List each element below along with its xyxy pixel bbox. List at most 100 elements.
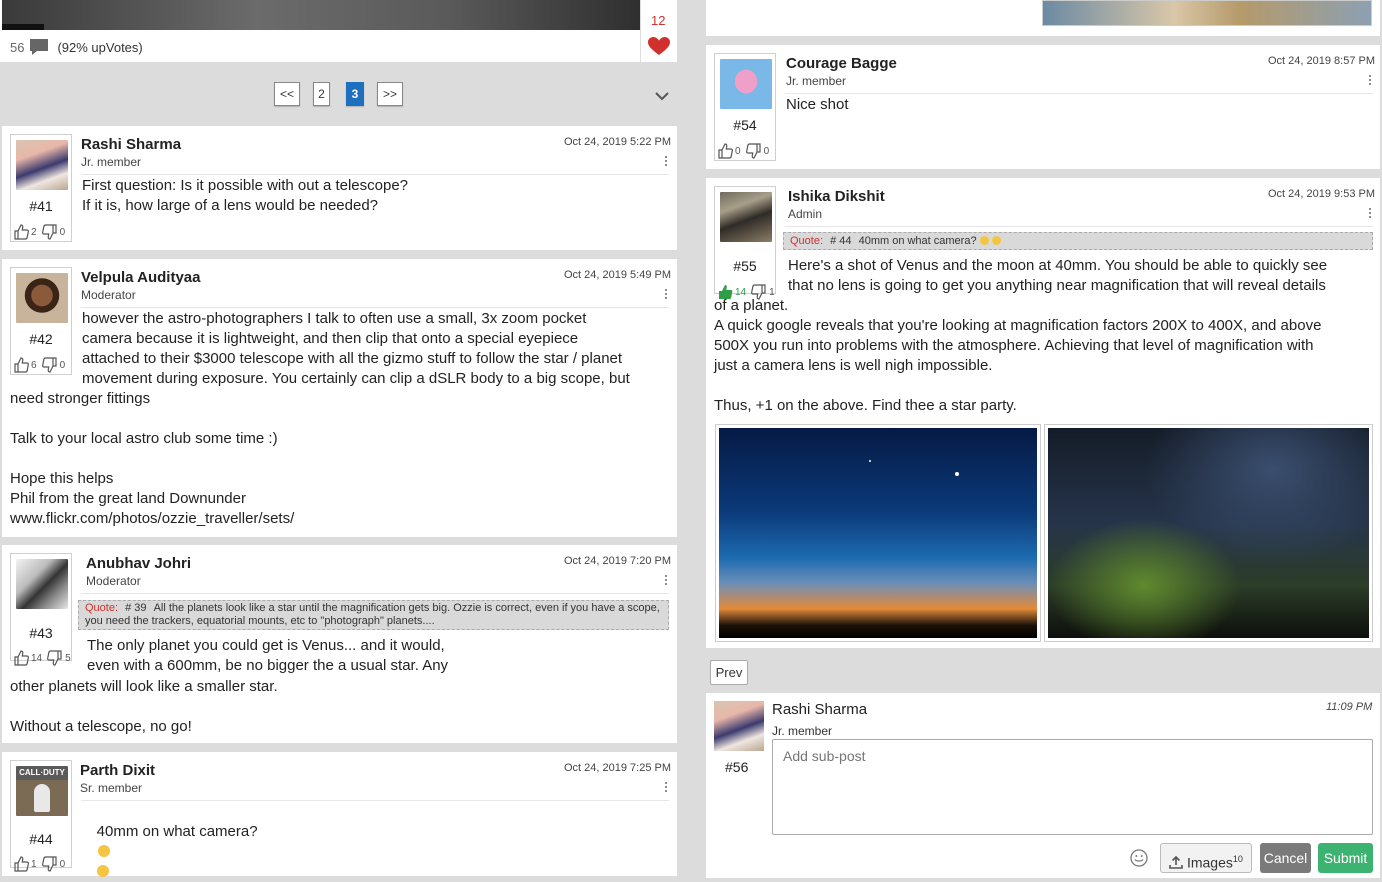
- author-role: Admin: [788, 207, 823, 221]
- kebab-menu-icon[interactable]: [1368, 208, 1372, 220]
- thumbs-down-icon[interactable]: [41, 357, 58, 373]
- post-votes: 14 5: [13, 650, 71, 666]
- worried-emoji-icon: [96, 865, 109, 877]
- post-number: #44: [29, 831, 53, 847]
- top-post-stats: 56 (92% upVotes): [10, 38, 143, 56]
- kebab-menu-icon[interactable]: [1368, 75, 1372, 87]
- post-body-line: that no lens is going to get you anythin…: [788, 277, 1326, 294]
- author-name[interactable]: Courage Bagge: [786, 55, 897, 72]
- author-role: Moderator: [81, 288, 136, 302]
- downvote-count: 0: [59, 359, 66, 371]
- post-body-rest: need stronger fittings Talk to your loca…: [10, 390, 295, 527]
- post-author-card: #43 14 5: [10, 553, 72, 666]
- top-post-image-strip: [2, 24, 44, 30]
- author-role: Moderator: [86, 574, 141, 588]
- venus-dot: [869, 460, 871, 462]
- post-body-rest: of a planet. A quick google reveals that…: [714, 297, 1322, 414]
- downvote-count: 0: [59, 858, 66, 870]
- photo-milky-way[interactable]: [1044, 424, 1373, 642]
- author-name[interactable]: Rashi Sharma: [81, 136, 181, 153]
- kebab-menu-icon[interactable]: [664, 782, 668, 794]
- images-count: 10: [1232, 854, 1243, 864]
- thumbs-up-icon[interactable]: [717, 143, 733, 159]
- author-name[interactable]: Rashi Sharma: [772, 701, 867, 718]
- thumbs-up-icon[interactable]: [13, 650, 29, 666]
- heart-icon[interactable]: [648, 37, 670, 56]
- emoji-picker-icon[interactable]: [1130, 849, 1148, 867]
- thumbs-down-icon[interactable]: [745, 143, 762, 159]
- thumbs-up-icon[interactable]: [13, 357, 29, 373]
- worried-emoji-icon: [97, 845, 110, 857]
- pager-page-3[interactable]: 3: [346, 82, 364, 106]
- like-divider: [640, 0, 641, 62]
- post-number: #42: [29, 331, 53, 347]
- thumbs-up-icon[interactable]: [13, 856, 29, 872]
- avatar[interactable]: [16, 559, 68, 609]
- avatar[interactable]: [16, 140, 68, 190]
- author-name[interactable]: Anubhav Johri: [86, 555, 191, 572]
- quote-ref[interactable]: # 44: [830, 235, 851, 247]
- moon-dot: [955, 472, 959, 476]
- post-divider: [785, 93, 1373, 94]
- post-body-line: Here's a shot of Venus and the moon at 4…: [788, 257, 1328, 274]
- post-divider: [81, 307, 669, 308]
- comment-icon[interactable]: [28, 38, 50, 56]
- pager-first-button[interactable]: <<: [274, 82, 300, 106]
- like-count: 12: [651, 13, 666, 28]
- post-votes: 1 0: [13, 856, 65, 872]
- prev-button[interactable]: Prev: [710, 660, 748, 685]
- author-name[interactable]: Velpula Audityaa: [81, 269, 200, 286]
- upvote-percent: (92% upVotes): [57, 39, 143, 55]
- top-post-image: [2, 0, 640, 30]
- author-name[interactable]: Parth Dixit: [80, 762, 155, 779]
- photo-milky-way-image: [1048, 428, 1369, 638]
- thumbs-down-icon[interactable]: [41, 856, 58, 872]
- photo-venus-moon-image: [719, 428, 1037, 638]
- quote-block[interactable]: Quote: # 39 All the planets look like a …: [78, 600, 669, 630]
- quote-text: 40mm on what camera?: [858, 235, 977, 247]
- upvote-count: 1: [31, 858, 37, 870]
- post-date: Oct 24, 2019 7:25 PM: [564, 762, 672, 774]
- avatar[interactable]: [714, 701, 764, 751]
- submit-button[interactable]: Submit: [1318, 843, 1373, 873]
- pager-next-button[interactable]: >>: [377, 82, 403, 106]
- thumbs-down-icon[interactable]: [47, 650, 63, 666]
- quote-label: Quote:: [790, 235, 824, 247]
- avatar[interactable]: [720, 59, 772, 109]
- post-55: #55 14 1 Ishika Dikshit Admin Oct 24, 20…: [706, 178, 1380, 648]
- avatar[interactable]: CALL·DUTY: [16, 766, 68, 816]
- pager-page-2[interactable]: 2: [313, 82, 330, 106]
- chevron-down-icon[interactable]: [655, 91, 669, 101]
- cancel-button[interactable]: Cancel: [1260, 843, 1311, 873]
- quote-block[interactable]: Quote: # 44 40mm on what camera?: [783, 232, 1373, 250]
- thumbs-up-icon[interactable]: [13, 224, 29, 240]
- post-number: #43: [29, 625, 53, 641]
- photo-venus-moon[interactable]: [715, 424, 1041, 642]
- sub-post-textarea[interactable]: [772, 739, 1373, 835]
- kebab-menu-icon[interactable]: [664, 156, 668, 168]
- quote-text: All the planets look like a star until t…: [85, 602, 660, 627]
- quote-ref[interactable]: # 39: [125, 602, 146, 614]
- top-post-card: 56 (92% upVotes) 12: [0, 0, 677, 62]
- post-author-card: #42 6 0: [10, 267, 72, 375]
- post-number: #54: [733, 117, 757, 133]
- post-body-line: however the astro-photographers I talk t…: [82, 310, 587, 327]
- author-role: Sr. member: [80, 781, 143, 795]
- post-divider: [785, 226, 1373, 227]
- post-44: CALL·DUTY #44 1 0 Parth Dixit Sr. member…: [2, 752, 677, 877]
- post-date: Oct 24, 2019 5:49 PM: [564, 269, 672, 281]
- kebab-menu-icon[interactable]: [664, 289, 668, 301]
- upvote-count: 14: [31, 652, 43, 664]
- top-right-card: [706, 0, 1380, 36]
- author-name[interactable]: Ishika Dikshit: [788, 188, 885, 205]
- post-body-line: The only planet you could get is Venus..…: [87, 637, 445, 654]
- images-button[interactable]: Images10: [1160, 843, 1252, 873]
- kebab-menu-icon[interactable]: [664, 575, 668, 587]
- upvote-count: 2: [31, 226, 37, 238]
- post-41: #41 2 0 Rashi Sharma Jr. member Oct 24, …: [2, 126, 677, 250]
- thumbs-down-icon[interactable]: [41, 224, 58, 240]
- avatar[interactable]: [720, 192, 772, 242]
- worried-emoji-icon: [979, 236, 989, 245]
- author-role: Jr. member: [772, 724, 833, 738]
- avatar[interactable]: [16, 273, 68, 323]
